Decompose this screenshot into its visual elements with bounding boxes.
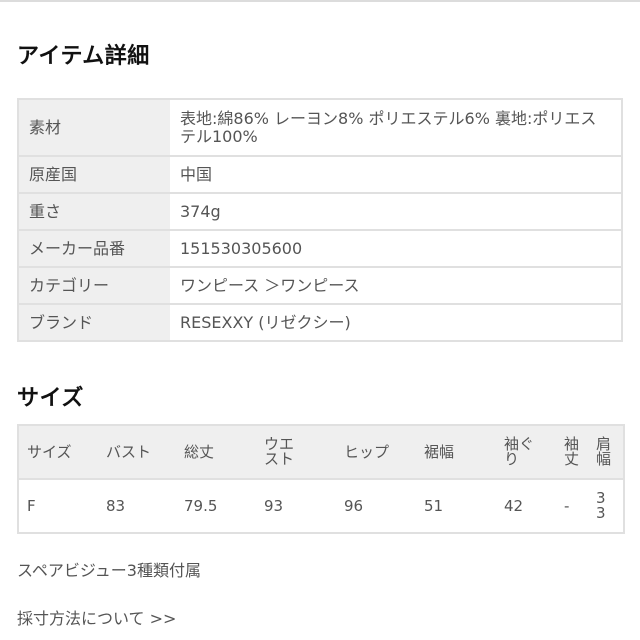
details-row-material: 素材 表地:綿86% レーヨン8% ポリエステル6% 裏地:ポリエステル100%: [18, 99, 622, 156]
size-header-cell: 総丈: [176, 425, 256, 480]
details-row-origin: 原産国 中国: [18, 155, 622, 193]
details-label: メーカー品番: [18, 229, 170, 267]
size-header-row: サイズ バスト 総丈 ウエスト ヒップ 裾幅 袖ぐり 袖丈 肩幅: [18, 425, 624, 480]
size-cell: 51: [416, 479, 496, 533]
details-row-category: カテゴリー ワンピース ＞ワンピース: [18, 266, 622, 304]
measurement-method-link[interactable]: 採寸方法について >>: [17, 605, 176, 629]
details-row-maker-code: メーカー品番 151530305600: [18, 229, 622, 267]
size-header-cell: ヒップ: [336, 425, 416, 480]
size-cell: F: [18, 479, 98, 533]
details-label: ブランド: [18, 303, 170, 341]
details-row-weight: 重さ 374g: [18, 192, 622, 230]
size-cell: 33: [588, 479, 624, 533]
size-cell: 96: [336, 479, 416, 533]
size-header-cell: 裾幅: [416, 425, 496, 480]
size-cell: 93: [256, 479, 336, 533]
item-details-table: 素材 表地:綿86% レーヨン8% ポリエステル6% 裏地:ポリエステル100%…: [17, 98, 623, 342]
details-value: 374g: [170, 192, 622, 230]
size-cell: -: [556, 479, 588, 533]
size-cell: 79.5: [176, 479, 256, 533]
details-row-brand: ブランド RESEXXY (リゼクシー): [18, 303, 622, 341]
size-header-cell: バスト: [98, 425, 176, 480]
details-label: 重さ: [18, 192, 170, 230]
spare-bijou-note: スペアビジュー3種類付属: [17, 561, 201, 580]
size-header-cell: 袖丈: [556, 425, 588, 480]
size-title: サイズ: [17, 386, 84, 411]
size-header-cell: サイズ: [18, 425, 98, 480]
details-label: 原産国: [18, 155, 170, 193]
details-value: 中国: [170, 155, 622, 193]
size-cell: 83: [98, 479, 176, 533]
size-table: サイズ バスト 総丈 ウエスト ヒップ 裾幅 袖ぐり 袖丈 肩幅 F 83 79…: [17, 424, 625, 534]
size-data-row: F 83 79.5 93 96 51 42 - 33: [18, 479, 624, 533]
size-cell: 42: [496, 479, 556, 533]
details-value: 表地:綿86% レーヨン8% ポリエステル6% 裏地:ポリエステル100%: [170, 99, 622, 156]
item-details-title: アイテム詳細: [17, 44, 150, 69]
size-header-cell: ウエスト: [256, 425, 336, 480]
details-label: 素材: [18, 99, 170, 156]
details-value: 151530305600: [170, 229, 622, 267]
top-divider: [0, 0, 640, 2]
size-header-cell: 肩幅: [588, 425, 624, 480]
details-label: カテゴリー: [18, 266, 170, 304]
details-value: ワンピース ＞ワンピース: [170, 266, 622, 304]
size-header-cell: 袖ぐり: [496, 425, 556, 480]
details-value: RESEXXY (リゼクシー): [170, 303, 622, 341]
